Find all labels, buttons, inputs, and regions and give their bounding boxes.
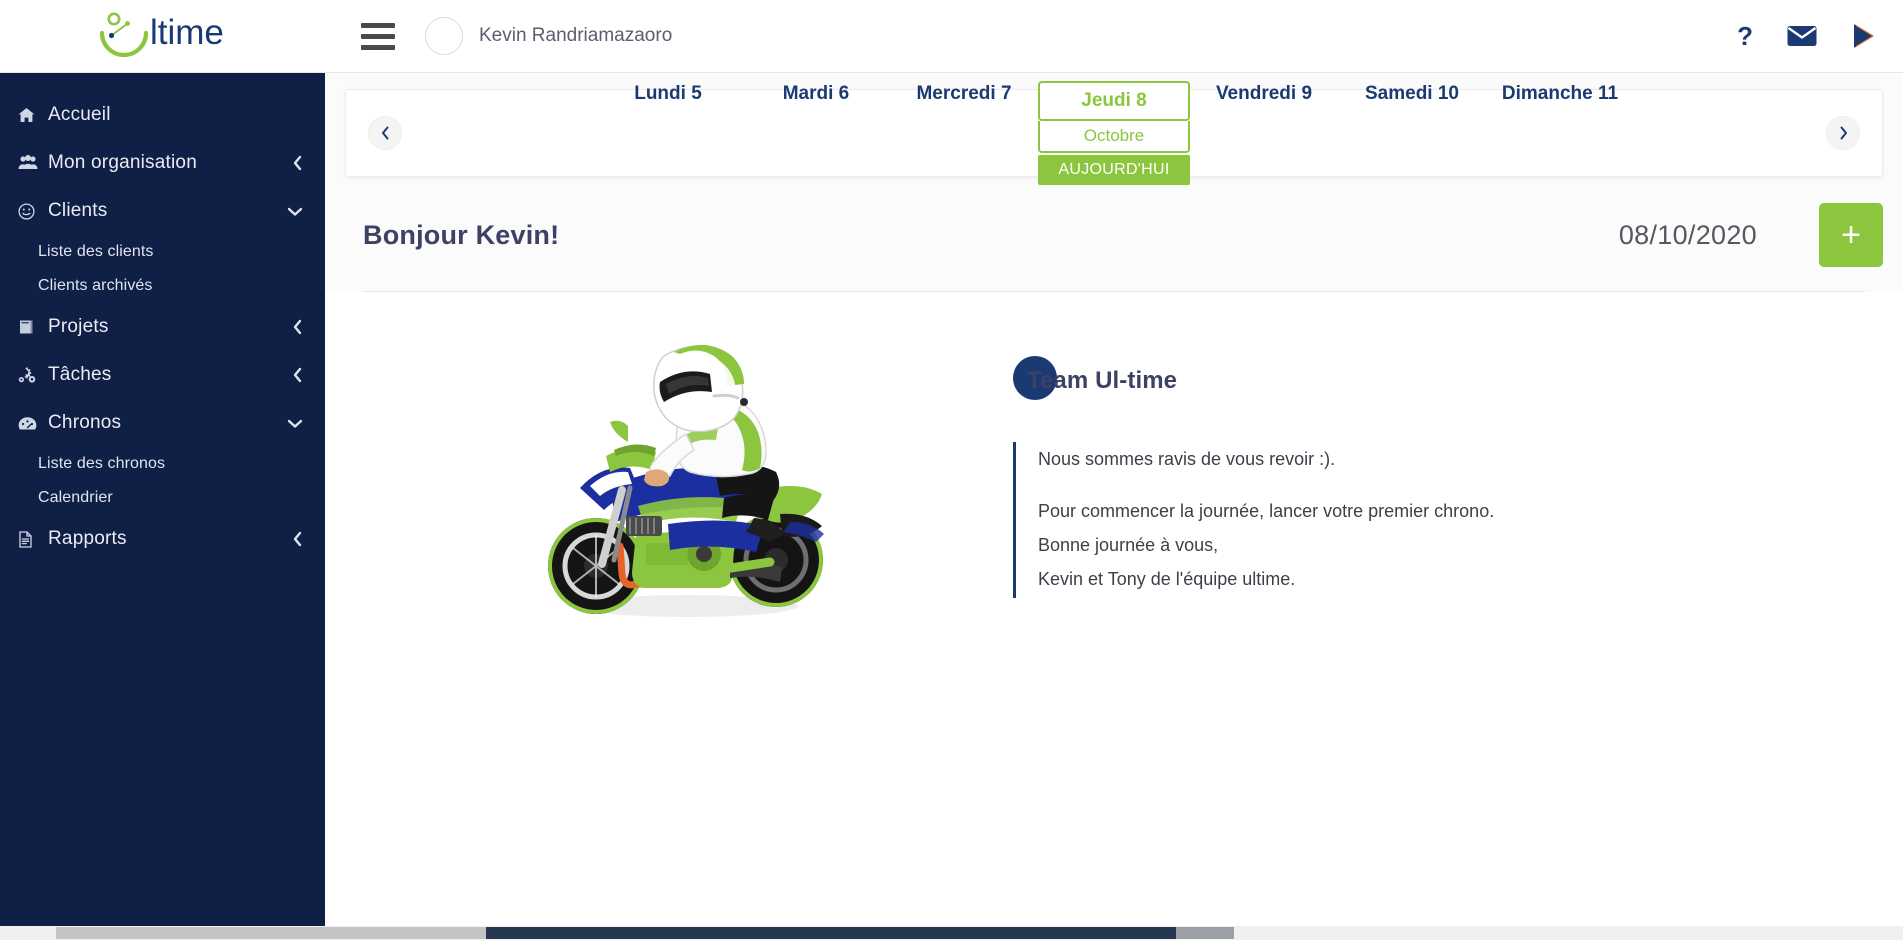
chevron-left-icon[interactable] (292, 531, 303, 547)
sidebar-subitem-label: Liste des clients (38, 243, 154, 260)
sidebar-item-label: Projets (48, 316, 109, 337)
day-label: Samedi 10 (1365, 83, 1459, 104)
day-label: Vendredi 9 (1215, 83, 1313, 104)
sidebar-item-label: Clients (48, 200, 108, 221)
team-header: Team Ul-time (1013, 354, 1865, 408)
sidebar-item-label: Tâches (48, 364, 112, 385)
day-samedi-10[interactable]: Samedi 10 (1338, 81, 1486, 105)
scrollbar-track-segment-2 (1176, 927, 1234, 939)
sidebar-item-accueil[interactable]: Accueil (0, 91, 325, 139)
sidebar-subitem-label: Calendrier (38, 489, 113, 506)
sidebar-item-mon-organisation[interactable]: Mon organisation (0, 139, 325, 187)
prev-week-button[interactable] (368, 116, 402, 150)
sidebar-item-label: Mon organisation (48, 152, 197, 173)
send-icon[interactable] (1851, 23, 1877, 49)
sidebar-subitem-calendrier[interactable]: Calendrier (0, 481, 325, 515)
message-line-3: Bonne journée à vous, (1038, 535, 1219, 556)
chevron-down-icon[interactable] (287, 206, 303, 217)
message-column: Team Ul-time Nous sommes ravis de vous r… (1003, 316, 1865, 940)
main-area: Kevin Randriamazaoro ? Lundi 5 Mardi 6 M… (325, 0, 1903, 940)
next-week-button[interactable] (1826, 116, 1860, 150)
day-label: Mardi 6 (782, 83, 850, 104)
gauge-icon (18, 416, 48, 431)
sidebar: ltime Accueil Mon organisation Clients L… (0, 0, 325, 940)
team-name: Team Ul-time (1027, 367, 1178, 394)
sidebar-item-rapports[interactable]: Rapports (0, 515, 325, 563)
scrollbar-track-segment (486, 927, 1176, 939)
sidebar-item-projets[interactable]: Projets (0, 303, 325, 351)
day-label: Mercredi 7 (916, 83, 1012, 104)
smiley-icon (18, 202, 48, 220)
book-icon (18, 319, 48, 335)
illustration-column (363, 316, 1003, 940)
hamburger-icon[interactable] (361, 22, 395, 50)
gears-icon (18, 366, 48, 384)
chevron-left-icon[interactable] (292, 319, 303, 335)
page-title: Bonjour Kevin! (363, 219, 560, 250)
day-lundi-5[interactable]: Lundi 5 (594, 81, 742, 105)
day-vendredi-9[interactable]: Vendredi 9 (1190, 81, 1338, 105)
topbar-icons: ? (1737, 23, 1877, 49)
day-label: Jeudi 8 (1038, 81, 1190, 121)
day-dimanche-11[interactable]: Dimanche 11 (1486, 81, 1634, 105)
sidebar-subitem-liste-des-chronos[interactable]: Liste des chronos (0, 447, 325, 481)
app-root: ltime Accueil Mon organisation Clients L… (0, 0, 1903, 940)
chevron-left-icon[interactable] (292, 367, 303, 383)
sidebar-subitem-label: Clients archivés (38, 277, 153, 294)
topbar: Kevin Randriamazaoro ? (325, 0, 1903, 73)
mail-icon[interactable] (1787, 25, 1817, 47)
sidebar-item-label: Chronos (48, 412, 122, 433)
day-list: Lundi 5 Mardi 6 Mercredi 7 Jeudi 8 Octob… (402, 81, 1826, 185)
help-icon[interactable]: ? (1737, 23, 1753, 49)
day-jeudi-8-selected[interactable]: Jeudi 8 Octobre AUJOURD'HUI (1038, 81, 1190, 185)
date-navigation-wrapper: Lundi 5 Mardi 6 Mercredi 7 Jeudi 8 Octob… (325, 73, 1903, 185)
document-icon (18, 530, 48, 548)
current-date: 08/10/2020 (1618, 219, 1757, 250)
chevron-left-icon[interactable] (292, 155, 303, 171)
user-name: Kevin Randriamazaoro (479, 25, 673, 46)
day-mardi-6[interactable]: Mardi 6 (742, 81, 890, 105)
sidebar-subitem-liste-des-clients[interactable]: Liste des clients (0, 235, 325, 269)
sidebar-subitem-label: Liste des chronos (38, 455, 166, 472)
sidebar-subitem-clients-archives[interactable]: Clients archivés (0, 269, 325, 303)
content-area: Team Ul-time Nous sommes ravis de vous r… (325, 292, 1903, 940)
day-mercredi-7[interactable]: Mercredi 7 (890, 81, 1038, 105)
plus-icon: + (1841, 216, 1861, 254)
day-month-label: Octobre (1038, 121, 1190, 153)
sidebar-item-taches[interactable]: Tâches (0, 351, 325, 399)
motorcycle-rider-illustration (548, 344, 824, 617)
greeting-inner: Bonjour Kevin! 08/10/2020 (345, 220, 1775, 251)
message-line-4: Kevin et Tony de l'équipe ultime. (1038, 569, 1296, 590)
horizontal-scrollbar[interactable] (0, 926, 1903, 940)
welcome-message: Nous sommes ravis de vous revoir :). Pou… (1013, 442, 1865, 599)
day-label: Lundi 5 (634, 83, 702, 104)
ultime-logo: ltime (88, 9, 238, 63)
home-icon (18, 107, 48, 123)
greeting-row: Bonjour Kevin! 08/10/2020 + (325, 177, 1903, 267)
sidebar-item-label: Accueil (48, 104, 111, 125)
sidebar-nav: Accueil Mon organisation Clients Liste d… (0, 73, 325, 940)
day-label: Dimanche 11 (1501, 83, 1619, 104)
sidebar-item-clients[interactable]: Clients (0, 187, 325, 235)
sidebar-item-chronos[interactable]: Chronos (0, 399, 325, 447)
avatar[interactable] (425, 17, 463, 55)
sidebar-item-label: Rapports (48, 528, 127, 549)
svg-text:ltime: ltime (150, 13, 224, 52)
message-line-1: Nous sommes ravis de vous revoir :). (1038, 449, 1336, 469)
date-navigation-bar: Lundi 5 Mardi 6 Mercredi 7 Jeudi 8 Octob… (345, 81, 1883, 185)
users-group-icon (18, 155, 48, 171)
scrollbar-thumb[interactable] (56, 927, 486, 939)
message-line-2: Pour commencer la journée, lancer votre … (1038, 501, 1495, 522)
add-chrono-button[interactable]: + (1819, 203, 1883, 267)
logo-area[interactable]: ltime (0, 0, 325, 73)
chevron-down-icon[interactable] (287, 418, 303, 429)
